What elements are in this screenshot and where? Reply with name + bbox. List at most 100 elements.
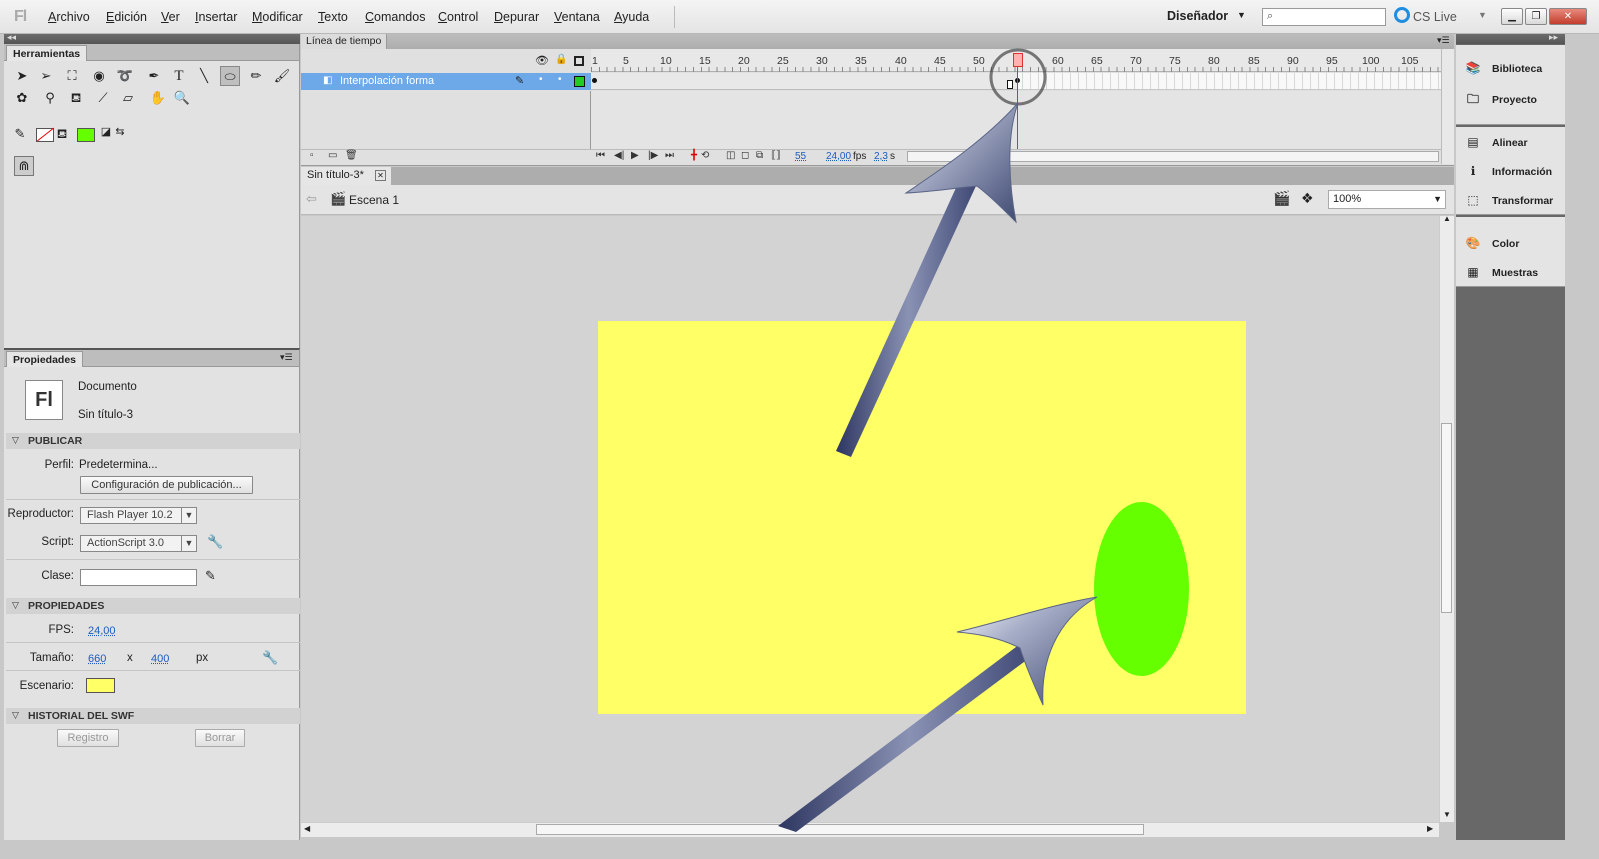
restore-button[interactable]: ❐ bbox=[1525, 8, 1547, 25]
snap-magnet-icon[interactable]: ⋒ bbox=[14, 156, 34, 176]
keyframe-icon[interactable] bbox=[592, 78, 597, 83]
first-frame-icon[interactable]: ⏮ bbox=[596, 150, 605, 161]
oval-icon[interactable]: ⬭ bbox=[220, 66, 240, 86]
pencil-icon[interactable]: ✏ bbox=[246, 66, 266, 86]
3d-rotation-icon[interactable]: ◉ bbox=[89, 66, 109, 86]
tools-tab[interactable]: Herramientas bbox=[6, 45, 88, 61]
line-icon[interactable]: ╲ bbox=[194, 66, 214, 86]
elapsed-time[interactable]: 2,3 bbox=[874, 151, 888, 162]
subselection-icon[interactable]: ➢ bbox=[36, 66, 56, 86]
selection-arrow-icon[interactable]: ➤ bbox=[12, 66, 32, 86]
log-button[interactable]: Registro bbox=[57, 729, 119, 747]
paint-bucket-icon[interactable]: ⛾ bbox=[66, 88, 86, 108]
panel-menu-icon[interactable]: ▾☰ bbox=[1437, 35, 1450, 46]
outline-icon[interactable] bbox=[574, 56, 584, 66]
timeline-vscroll[interactable] bbox=[1441, 49, 1454, 164]
lock-icon[interactable]: 🔒 bbox=[555, 54, 567, 65]
stage-hscroll-thumb[interactable] bbox=[536, 824, 1144, 835]
green-ellipse-shape[interactable] bbox=[1094, 502, 1189, 676]
panel-menu-icon[interactable]: ▾☰ bbox=[280, 352, 293, 363]
pen-icon[interactable]: ✒ bbox=[144, 66, 164, 86]
step-back-icon[interactable]: ◀| bbox=[614, 150, 624, 161]
layer-name[interactable]: Interpolación forma bbox=[340, 75, 434, 87]
menu-depurar[interactable]: Depurar bbox=[494, 10, 539, 24]
wrench-icon[interactable]: 🔧 bbox=[207, 534, 223, 550]
menu-control[interactable]: Control bbox=[438, 10, 478, 24]
edit-symbol-icon[interactable]: ❖ bbox=[1301, 190, 1314, 207]
scene-name[interactable]: Escena 1 bbox=[349, 193, 399, 207]
dock-color[interactable]: 🎨 Color bbox=[1464, 236, 1520, 250]
menu-comandos[interactable]: Comandos bbox=[365, 10, 425, 24]
layer-color-icon[interactable] bbox=[574, 76, 585, 87]
playhead[interactable] bbox=[1013, 53, 1023, 67]
scroll-right-icon[interactable]: ▶ bbox=[1427, 824, 1433, 833]
swf-history-section-header[interactable]: ▽ HISTORIAL DEL SWF bbox=[6, 708, 300, 724]
width-value[interactable]: 660 bbox=[88, 653, 106, 665]
publish-section-header[interactable]: ▽ PUBLICAR bbox=[6, 433, 300, 449]
chevron-down-icon[interactable]: ▼ bbox=[1478, 10, 1487, 20]
scroll-up-icon[interactable]: ▲ bbox=[1443, 214, 1451, 223]
fill-color-swatch[interactable] bbox=[77, 128, 95, 142]
edit-pencil-icon[interactable]: ✎ bbox=[205, 568, 216, 584]
stage-vscroll-thumb[interactable] bbox=[1441, 423, 1452, 613]
menu-texto[interactable]: Texto bbox=[318, 10, 348, 24]
loop-icon[interactable]: ⟲ bbox=[701, 150, 709, 161]
brush-icon[interactable]: 🖌 bbox=[272, 66, 292, 86]
onion-markers-icon[interactable]: ⟦⟧ bbox=[771, 150, 781, 161]
dock-informacion[interactable]: ℹ Información bbox=[1464, 164, 1552, 178]
last-frame-icon[interactable]: ⏭ bbox=[665, 150, 674, 161]
fps-value[interactable]: 24,00 bbox=[88, 625, 116, 637]
bone-icon[interactable]: ⚲ bbox=[40, 88, 60, 108]
scroll-down-icon[interactable]: ▼ bbox=[1443, 810, 1451, 819]
text-icon[interactable]: T bbox=[169, 66, 189, 86]
delete-icon[interactable]: 🗑 bbox=[345, 150, 358, 161]
shape-tween-span[interactable] bbox=[591, 73, 1020, 90]
chevron-down-icon[interactable]: ▼ bbox=[1237, 10, 1246, 20]
free-transform-icon[interactable]: ⛶ bbox=[62, 66, 82, 86]
collapse-icon[interactable]: ◂◂ bbox=[7, 32, 16, 43]
back-arrow-icon[interactable]: ⇦ bbox=[306, 191, 317, 207]
help-search-input[interactable]: ⌕ bbox=[1262, 8, 1386, 26]
frame-end-icon[interactable] bbox=[1007, 80, 1013, 89]
height-value[interactable]: 400 bbox=[151, 653, 169, 665]
publish-settings-button[interactable]: Configuración de publicación... bbox=[80, 476, 253, 494]
close-icon[interactable]: ✕ bbox=[375, 170, 386, 181]
cs-live-icon[interactable] bbox=[1394, 7, 1410, 23]
deco-icon[interactable]: ✿ bbox=[12, 88, 32, 108]
menu-edicion[interactable]: Edición bbox=[106, 10, 147, 24]
menu-modificar[interactable]: Modificar bbox=[252, 10, 303, 24]
lock-dot-icon[interactable]: • bbox=[558, 74, 562, 85]
play-icon[interactable]: ▶ bbox=[631, 150, 639, 161]
stage-color-swatch[interactable] bbox=[86, 678, 115, 693]
expand-icon[interactable]: ▸▸ bbox=[1549, 32, 1558, 43]
lasso-icon[interactable]: ➰ bbox=[115, 66, 135, 86]
cs-live-label[interactable]: CS Live bbox=[1413, 10, 1457, 24]
stage[interactable] bbox=[598, 321, 1246, 714]
pasteboard[interactable] bbox=[301, 216, 1439, 822]
class-input[interactable] bbox=[80, 569, 197, 586]
dock-alinear[interactable]: ▤ Alinear bbox=[1464, 135, 1527, 149]
center-frame-icon[interactable]: ╋ bbox=[691, 150, 697, 161]
minimize-button[interactable]: ▁ bbox=[1501, 8, 1523, 25]
scroll-left-icon[interactable]: ◀ bbox=[304, 824, 310, 833]
menu-ventana[interactable]: Ventana bbox=[554, 10, 600, 24]
zoom-select[interactable]: 100% ▼ bbox=[1328, 190, 1446, 209]
properties-tab[interactable]: Propiedades bbox=[6, 351, 84, 367]
properties-section-header[interactable]: ▽ PROPIEDADES bbox=[6, 598, 300, 614]
timeline-tab[interactable]: Línea de tiempo bbox=[301, 34, 388, 49]
edit-multiple-icon[interactable]: ⧉ bbox=[756, 150, 763, 161]
player-select[interactable]: Flash Player 10.2 ▼ bbox=[80, 507, 197, 524]
close-button[interactable]: ✕ bbox=[1549, 8, 1587, 25]
fps-value[interactable]: 24,00 bbox=[826, 151, 851, 162]
timeline-hscroll[interactable] bbox=[907, 151, 1439, 162]
script-select[interactable]: ActionScript 3.0 ▼ bbox=[80, 535, 197, 552]
menu-insertar[interactable]: Insertar bbox=[195, 10, 237, 24]
menu-ver[interactable]: Ver bbox=[161, 10, 180, 24]
zoom-icon[interactable]: 🔍 bbox=[172, 88, 192, 108]
dock-biblioteca[interactable]: 📚 Biblioteca bbox=[1464, 61, 1543, 75]
eraser-icon[interactable]: ▱ bbox=[118, 88, 138, 108]
onion-skin-icon[interactable]: ◫ bbox=[726, 150, 735, 161]
dock-transformar[interactable]: ⬚ Transformar bbox=[1464, 193, 1553, 207]
workspace-switcher[interactable]: Diseñador bbox=[1167, 9, 1228, 23]
visibility-dot-icon[interactable]: • bbox=[539, 74, 543, 85]
